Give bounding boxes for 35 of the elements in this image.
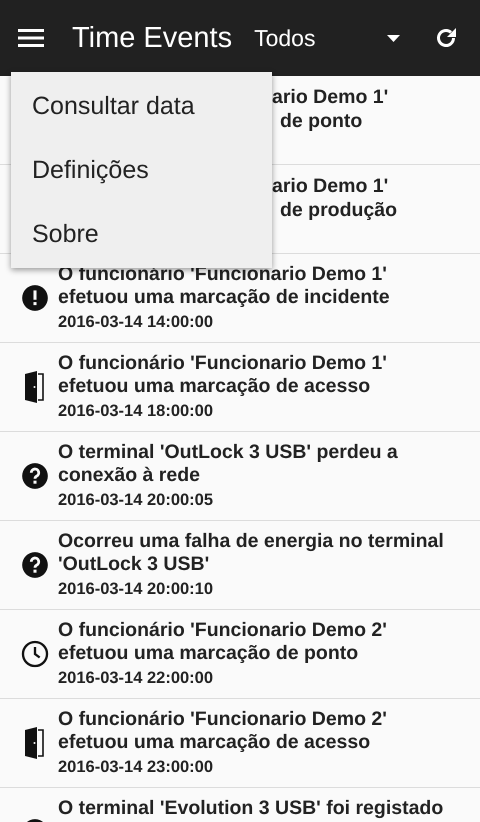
- refresh-icon[interactable]: [434, 26, 458, 50]
- event-date: 2016-03-14 20:00:05: [58, 491, 214, 510]
- event-text: ario Demo 1': [272, 174, 390, 198]
- event-text: O terminal 'Evolution 3 USB' foi registado: [58, 797, 444, 820]
- event-text: O funcionário 'Funcionario Demo 2' efetuou uma marcação de acesso: [58, 708, 388, 754]
- menu-item[interactable]: Consultar data: [11, 74, 272, 138]
- event-text: ario Demo 1': [272, 85, 390, 109]
- event-date: 2016-03-14 20:00:10: [58, 580, 214, 599]
- door-icon: [24, 727, 46, 759]
- caret-icon: [387, 34, 400, 42]
- question-icon: [21, 462, 49, 490]
- event-date: 2016-03-14 18:00:00: [58, 402, 214, 421]
- clock-icon: [21, 640, 49, 668]
- question-icon: [21, 551, 49, 579]
- event-text: de produção: [280, 198, 398, 222]
- event-text: O terminal 'OutLock 3 USB' perdeu a conexão à rede: [58, 441, 399, 487]
- event-row[interactable]: O terminal 'Evolution 3 USB' foi registado: [0, 788, 480, 822]
- event-row[interactable]: O funcionário 'Funcionario Demo 1' efetuou uma marcação de acesso 2016-03-14 18:00:00: [0, 343, 480, 432]
- event-row[interactable]: Ocorreu uma falha de energia no terminal 'OutLock 3 USB' 2016-03-14 20:00:10: [0, 521, 480, 610]
- menu-item[interactable]: Definições: [11, 138, 272, 202]
- app-title: Time Events: [72, 22, 232, 54]
- event-text: de ponto: [280, 109, 364, 133]
- event-date: 2016-03-14 14:00:00: [58, 313, 214, 332]
- event-row[interactable]: O funcionário 'Funcionario Demo 2' efetuou uma marcação de acesso 2016-03-14 23:00:00: [0, 699, 480, 788]
- door-icon: [24, 371, 46, 403]
- event-text: Ocorreu uma falha de energia no terminal 'OutLock 3 USB': [58, 530, 445, 576]
- filter-dropdown[interactable]: Todos: [254, 24, 400, 52]
- event-row[interactable]: O terminal 'OutLock 3 USB' perdeu a conexão à rede 2016-03-14 20:00:05: [0, 432, 480, 521]
- event-date: 2016-03-14 23:00:00: [58, 758, 214, 777]
- event-text: O funcionário 'Funcionario Demo 2' efetuou uma marcação de ponto: [58, 619, 388, 665]
- event-text: O funcionário 'Funcionario Demo 1' efetuou uma marcação de acesso: [58, 352, 388, 398]
- event-date: 2016-03-14 22:00:00: [58, 669, 214, 688]
- event-row[interactable]: O funcionário 'Funcionario Demo 2' efetuou uma marcação de ponto 2016-03-14 22:00:00: [0, 610, 480, 699]
- menu-icon[interactable]: [18, 28, 44, 48]
- alert-icon: [21, 284, 49, 312]
